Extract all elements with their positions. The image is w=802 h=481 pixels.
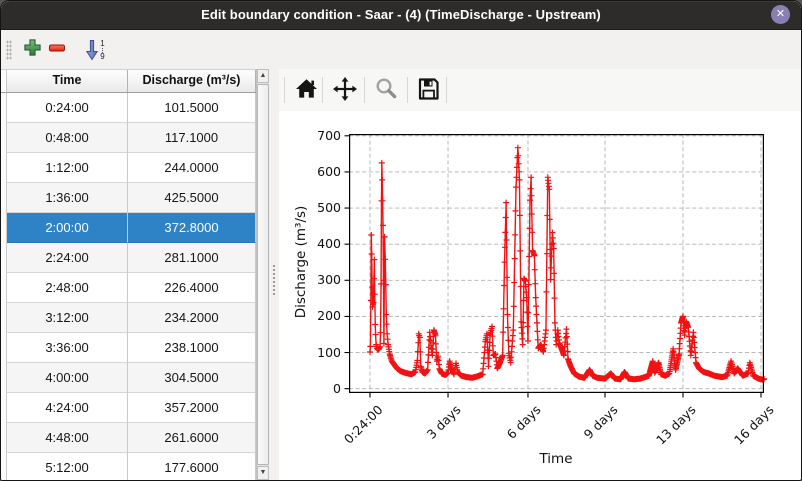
time-cell[interactable]: 4:24:00 [7,393,128,423]
home-view-button[interactable] [292,77,320,105]
table-row[interactable]: 2:48:00226.4000 [1,273,256,303]
edit-toolbar: 1 9 [1,30,801,70]
x-tick-label: 9 days [581,402,621,442]
x-tick-label: 16 days [731,402,777,448]
discharge-cell[interactable]: 372.8000 [128,213,256,243]
time-cell[interactable]: 1:12:00 [7,153,128,183]
table-scrollbar[interactable]: ▲▼ [256,69,269,480]
zoom-to-rect-button[interactable] [372,77,400,105]
time-cell[interactable]: 2:24:00 [7,243,128,273]
splitter-grip-icon [273,265,275,295]
table-row[interactable]: 4:00:00304.5000 [1,363,256,393]
time-cell[interactable]: 3:12:00 [7,303,128,333]
plus-icon [23,38,42,62]
time-cell[interactable]: 0:24:00 [7,93,128,123]
toolbar-drag-handle[interactable] [6,40,12,60]
edit-boundary-condition-window: Edit boundary condition - Saar - (4) (Ti… [0,0,802,481]
y-tick-label: 500 [295,200,341,215]
discharge-cell[interactable]: 234.2000 [128,303,256,333]
table-row[interactable]: 3:12:00234.2000 [1,303,256,333]
table-header: Time Discharge (m³/s) [1,69,256,93]
table-row[interactable]: 4:48:00261.6000 [1,423,256,453]
table-row[interactable]: 2:00:00372.8000 [1,213,256,243]
y-tick-label: 200 [295,308,341,323]
sort-ascending-icon: 1 9 [85,39,104,61]
x-tick-label: 3 days [424,402,464,442]
discharge-cell[interactable]: 226.4000 [128,273,256,303]
table-row[interactable]: 4:24:00357.2000 [1,393,256,423]
table-row[interactable]: 1:12:00244.0000 [1,153,256,183]
discharge-cell[interactable]: 261.6000 [128,423,256,453]
discharge-cell[interactable]: 238.1000 [128,333,256,363]
table-row[interactable]: 3:36:00238.1000 [1,333,256,363]
titlebar[interactable]: Edit boundary condition - Saar - (4) (Ti… [1,1,801,30]
panel-splitter[interactable] [269,69,279,480]
timeseries-table-panel: Time Discharge (m³/s) 0:24:00101.50000:4… [1,69,269,480]
y-tick-label: 600 [295,164,341,179]
discharge-cell[interactable]: 177.6000 [128,453,256,480]
table-body: 0:24:00101.50000:48:00117.10001:12:00244… [1,93,256,480]
y-tick-label: 700 [295,128,341,143]
time-cell[interactable]: 5:12:00 [7,453,128,480]
chart-toolbar [279,69,801,111]
chart-panel: Discharge (m³/s) Time 0 100 200 300 400 500 60… [279,69,801,480]
time-cell[interactable]: 0:48:00 [7,123,128,153]
time-cell[interactable]: 1:36:00 [7,183,128,213]
x-tick-label: 0:24:00 [341,402,386,447]
y-tick-label: 400 [295,236,341,251]
scrollbar-track[interactable] [257,83,269,466]
x-tick-label: 6 days [504,402,544,442]
save-figure-button[interactable] [414,77,442,105]
table-row[interactable]: 2:24:00281.1000 [1,243,256,273]
save-icon [417,78,439,105]
table-row[interactable]: 0:48:00117.1000 [1,123,256,153]
sort-digit-top: 1 [100,41,104,47]
column-header-time[interactable]: Time [7,70,128,92]
scroll-down-icon[interactable]: ▼ [257,466,269,480]
remove-row-button[interactable] [45,38,69,62]
time-cell[interactable]: 4:00:00 [7,363,128,393]
sort-digit-bottom: 9 [100,54,104,60]
window-title: Edit boundary condition - Saar - (4) (Ti… [1,1,801,29]
table-row[interactable]: 0:24:00101.5000 [1,93,256,123]
discharge-cell[interactable]: 425.5000 [128,183,256,213]
y-tick-label: 0 [295,381,341,396]
time-cell[interactable]: 3:36:00 [7,333,128,363]
sort-ascending-button[interactable]: 1 9 [79,38,111,62]
close-icon[interactable]: ✕ [771,5,790,24]
main-area: Time Discharge (m³/s) 0:24:00101.50000:4… [1,69,801,480]
x-tick-label: 13 days [653,402,699,448]
table-row[interactable]: 5:12:00177.6000 [1,453,256,480]
time-cell[interactable]: 2:48:00 [7,273,128,303]
scroll-up-icon[interactable]: ▲ [257,69,269,83]
discharge-cell[interactable]: 281.1000 [128,243,256,273]
y-tick-label: 300 [295,272,341,287]
chart-figure[interactable]: Discharge (m³/s) Time 0 100 200 300 400 500 60… [279,111,801,480]
pan-button[interactable] [331,77,359,105]
discharge-cell[interactable]: 101.5000 [128,93,256,123]
home-icon [295,78,318,104]
pan-icon [333,77,357,106]
column-header-discharge[interactable]: Discharge (m³/s) [128,70,256,92]
discharge-cell[interactable]: 357.2000 [128,393,256,423]
magnifier-icon [375,77,398,105]
discharge-cell[interactable]: 304.5000 [128,363,256,393]
time-cell[interactable]: 4:48:00 [7,423,128,453]
table-row[interactable]: 1:36:00425.5000 [1,183,256,213]
time-cell[interactable]: 2:00:00 [7,213,128,243]
y-axis-label: Discharge (m³/s) [293,152,309,372]
discharge-cell[interactable]: 117.1000 [128,123,256,153]
discharge-plot[interactable] [349,134,764,393]
x-axis-label: Time [496,451,616,467]
add-row-button[interactable] [20,38,44,62]
scrollbar-thumb[interactable] [257,84,269,465]
minus-icon [47,38,67,63]
y-tick-label: 100 [295,345,341,360]
discharge-cell[interactable]: 244.0000 [128,153,256,183]
